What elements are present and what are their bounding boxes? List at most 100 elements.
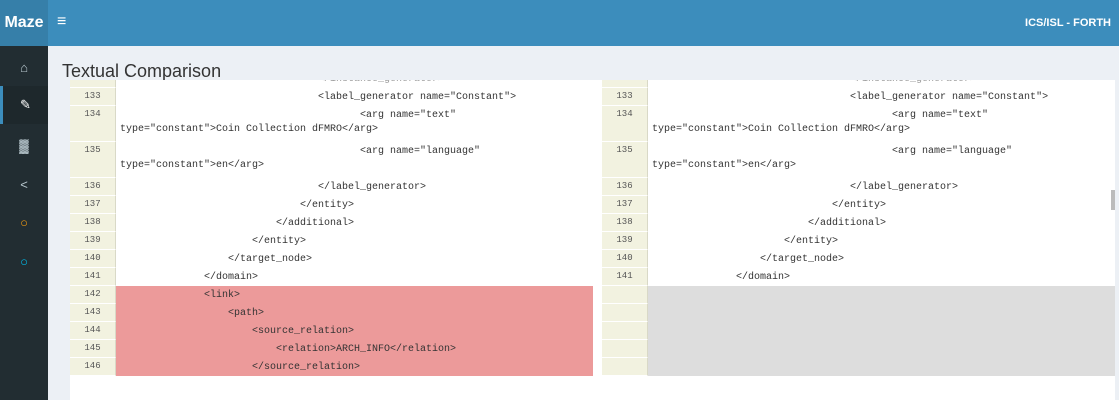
code-line: </label_generator> [652,182,959,193]
code-line [648,304,1115,322]
diff-row: 141 </domain> [602,268,1115,286]
diff-row [602,340,1115,358]
diff-row: 133 <label_generator name="Constant"> [70,88,593,106]
line-number: 136 [602,178,648,196]
code-line [648,358,1115,376]
diff-row: 139 </entity> [602,232,1115,250]
diff-row: 137 </entity> [70,196,593,214]
code-line [648,286,1115,304]
line-number: 133 [602,88,648,106]
code-line: <arg name="text" type="constant">Coin Co… [652,110,989,135]
code-line: <arg name="language" type="constant">en<… [120,146,481,171]
code-line: <source_relation> [116,322,593,340]
line-number: 137 [602,196,648,214]
line-number: 139 [70,232,116,250]
code-line: </entity> [652,200,887,211]
sidebar-item-home[interactable]: ⌂ [0,48,48,86]
code-line: </entity> [120,236,307,247]
line-number [602,80,648,88]
diff-pane-right: </instance_generator>133 <label_generato… [602,80,1115,400]
code-line: <arg name="text" type="constant">Coin Co… [120,110,457,135]
line-number: 140 [70,250,116,268]
diff-row [602,304,1115,322]
line-number: 135 [70,142,116,178]
sidebar: ⌂ ✎ ▓ < ○ ○ [0,46,48,400]
line-number [70,80,116,88]
circle-orange-icon: ○ [20,214,28,230]
sidebar-item-share[interactable]: < [0,165,48,203]
diff-row [602,286,1115,304]
code-line: </domain> [652,272,791,283]
line-number: 139 [602,232,648,250]
code-line: </source_relation> [116,358,593,376]
code-line: </additional> [120,218,355,229]
line-number: 134 [70,106,116,142]
line-number [602,322,648,340]
menu-toggle-icon[interactable]: ≡ [57,12,66,32]
sidebar-item-pencil[interactable]: ✎ [0,86,48,124]
line-number: 141 [602,268,648,286]
app-logo[interactable]: Maze [0,0,48,46]
diff-row: 143 <path> [70,304,593,322]
line-number: 146 [70,358,116,376]
sidebar-item-circle-blue[interactable]: ○ [0,242,48,280]
line-number: 133 [70,88,116,106]
diff-row: </instance_generator> [602,80,1115,88]
diff-row [602,322,1115,340]
line-number [602,358,648,376]
diff-row: 135 <arg name="language" type="constant"… [602,142,1115,178]
diff-row: 145 <relation>ARCH_INFO</relation> [70,340,593,358]
code-line: </instance_generator> [116,80,593,88]
diff-row: 139 </entity> [70,232,593,250]
line-number: 141 [70,268,116,286]
line-number: 138 [70,214,116,232]
line-number: 138 [602,214,648,232]
code-line [648,340,1115,358]
diff-row [602,358,1115,376]
diff-row: 136 </label_generator> [602,178,1115,196]
page-title: Textual Comparison [62,61,222,81]
top-navbar: Maze ≡ ICS/ISL - FORTH [0,0,1119,46]
diff-row: 134 <arg name="text" type="constant">Coi… [70,106,593,142]
bar-chart-icon: ▓ [19,137,29,153]
diff-row: 141 </domain> [70,268,593,286]
code-line: </additional> [652,218,887,229]
code-line: </entity> [652,236,839,247]
sidebar-item-circle-orange[interactable]: ○ [0,203,48,241]
pencil-icon: ✎ [20,97,31,112]
code-line: </instance_generator> [648,80,1115,88]
code-line [648,322,1115,340]
code-line: </entity> [120,200,355,211]
line-number: 143 [70,304,116,322]
circle-blue-icon: ○ [20,253,28,269]
code-line: </domain> [120,272,259,283]
line-number: 134 [602,106,648,142]
diff-viewer: </instance_generator>133 <label_generato… [70,80,1115,400]
diff-row: 140 </target_node> [70,250,593,268]
line-number: 142 [70,286,116,304]
diff-row: 137 </entity> [602,196,1115,214]
diff-row: 138 </additional> [602,214,1115,232]
code-line: <arg name="language" type="constant">en<… [652,146,1013,171]
line-number: 136 [70,178,116,196]
code-line: <relation>ARCH_INFO</relation> [116,340,593,358]
line-number [602,286,648,304]
diff-row: 144 <source_relation> [70,322,593,340]
code-line: <label_generator name="Constant"> [652,92,1049,103]
line-number: 140 [602,250,648,268]
share-icon: < [20,176,28,192]
line-number [602,340,648,358]
diff-row: 142 <link> [70,286,593,304]
home-icon: ⌂ [20,59,28,75]
organization-label[interactable]: ICS/ISL - FORTH [1025,0,1111,46]
code-line: </label_generator> [120,182,427,193]
line-number: 137 [70,196,116,214]
code-line: <label_generator name="Constant"> [120,92,517,103]
line-number: 145 [70,340,116,358]
code-line: </target_node> [652,254,845,265]
scrollbar[interactable] [1111,190,1115,210]
code-line: <path> [116,304,593,322]
sidebar-item-bar-chart[interactable]: ▓ [0,126,48,164]
diff-row: 146 </source_relation> [70,358,593,376]
diff-row: </instance_generator> [70,80,593,88]
